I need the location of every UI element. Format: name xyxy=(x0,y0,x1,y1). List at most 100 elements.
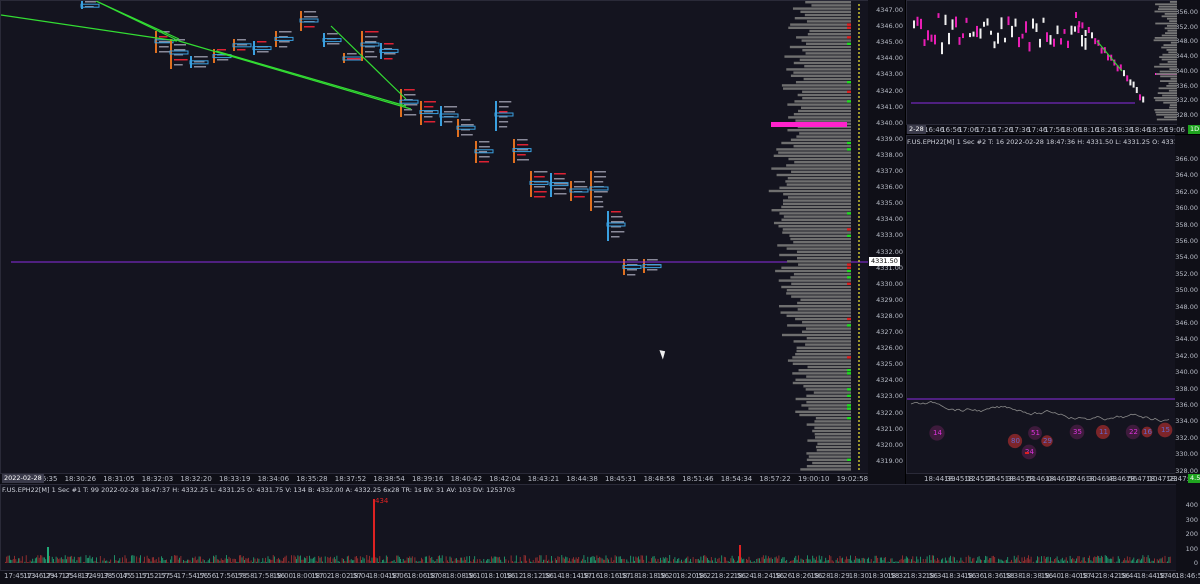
volume-bar xyxy=(856,558,858,563)
bottom-time-axis[interactable]: 17:45:13 17:46:29 17:47:25 17:48:32 17:49:38… xyxy=(0,571,1200,584)
volume-bar xyxy=(1129,557,1131,563)
volume-bar xyxy=(443,561,444,563)
candle xyxy=(976,25,978,38)
volume-bar xyxy=(899,560,901,563)
volume-bar xyxy=(821,556,823,563)
volume-bar xyxy=(1050,557,1051,563)
mid-right-price-axis[interactable]: 4366.004364.004362.004360.004358.004356.… xyxy=(1175,135,1200,474)
poc-bar xyxy=(771,122,847,127)
volume-bar xyxy=(751,561,752,563)
volume-bar xyxy=(695,559,697,563)
dot-column xyxy=(858,400,860,402)
volume-bar xyxy=(809,559,811,563)
bottom-volume-axis[interactable]: 400 300 200 100 0 xyxy=(1176,484,1200,571)
volume-bar xyxy=(1104,555,1106,563)
volume-bar xyxy=(422,559,424,563)
volume-profile-bar xyxy=(1164,27,1177,30)
footprint-cell xyxy=(554,193,567,195)
volume-profile-bar xyxy=(1156,113,1177,116)
volume-bar xyxy=(917,559,919,563)
bottom-volume-pane[interactable]: 434 xyxy=(0,484,1200,571)
mid-right-time-axis[interactable]: 18:44:39 18:45:12 18:45:25 18:45:38 18:45:51… xyxy=(906,474,1200,484)
volume-bar xyxy=(634,560,635,563)
top-right-time-axis[interactable]: 16:46 16:56 17:06 17:16 17:26 17:36 17:46 17:56… xyxy=(906,125,1200,134)
volume-profile-bar xyxy=(807,33,851,36)
volume-bar xyxy=(656,561,658,563)
volume-bar xyxy=(222,559,223,563)
volume-bar xyxy=(580,560,582,563)
footprint-cell xyxy=(499,121,509,123)
volume-bar xyxy=(638,556,639,563)
volume-profile-bar xyxy=(801,39,851,42)
footprint-cell xyxy=(594,181,604,183)
top-right-price-axis[interactable]: 4356.004352.004348.004344.004340.004336.… xyxy=(1177,0,1200,125)
dot-column xyxy=(858,92,860,94)
footprint-cell xyxy=(159,51,171,53)
volume-profile-bar xyxy=(801,106,851,109)
main-price-axis[interactable]: 4347.00 4346.00 4345.00 4344.00 4343.00 4342.… xyxy=(868,0,905,474)
volume-profile-bar xyxy=(801,404,851,407)
volume-bar xyxy=(404,560,405,563)
volume-bar xyxy=(367,559,369,563)
footprint-cell xyxy=(279,31,292,33)
footprint-cell xyxy=(574,181,586,183)
volume-profile-bar xyxy=(814,433,851,436)
volume-profile-bar xyxy=(794,161,851,164)
volume-bar xyxy=(488,559,490,563)
volume-bar xyxy=(956,560,958,563)
volume-bar xyxy=(692,557,694,563)
volume-bar xyxy=(348,555,349,563)
volume-bar xyxy=(249,561,251,563)
volume-bar xyxy=(674,557,676,563)
dot-column xyxy=(858,420,860,422)
volume-bar xyxy=(678,558,680,563)
top-right-chart-canvas[interactable] xyxy=(907,1,1200,125)
volume-bar xyxy=(166,559,167,563)
main-chart-pane[interactable] xyxy=(0,0,905,474)
dot-column xyxy=(858,308,860,310)
poc-box xyxy=(299,18,319,23)
volume-bar xyxy=(847,558,849,563)
volume-profile-bar xyxy=(781,84,851,87)
mid_right_chart.price_axis-tick: 4344.00 xyxy=(1175,335,1198,344)
volume-bar xyxy=(125,558,127,563)
footprint-cell xyxy=(444,111,455,113)
volume-profile-bar xyxy=(795,397,851,401)
volume-bar xyxy=(155,559,157,563)
volume-bar xyxy=(612,561,613,563)
volume-bar xyxy=(1111,558,1113,563)
mid-right-chart-pane[interactable]: 14 80 51 29 35 11 22 16 24 15 xyxy=(906,135,1200,474)
volume-bar xyxy=(67,556,69,563)
mid-right-chart-canvas[interactable]: 1480512935 11 22 162415 xyxy=(907,136,1200,474)
dot-column xyxy=(858,256,860,258)
dot-column xyxy=(858,116,860,118)
volume-profile-bar xyxy=(779,305,851,308)
volume-bar xyxy=(132,555,134,563)
volume-bar xyxy=(950,555,951,563)
volume-bar xyxy=(10,559,11,563)
volume-profile-bar xyxy=(807,365,851,369)
volume-bar xyxy=(688,561,690,563)
volume-profile-bar xyxy=(1155,3,1177,6)
volume-bar xyxy=(359,556,361,563)
volume-bar xyxy=(523,555,525,563)
main-time-axis[interactable]: 18:26:3518:30:2618:31:0518:32:0318:32:20… xyxy=(0,474,905,484)
volume-bar xyxy=(792,560,794,563)
bottom-volume-canvas[interactable]: 434 xyxy=(1,485,1200,571)
volume-profile-bar xyxy=(793,241,851,244)
volume-bar xyxy=(683,560,685,563)
footprint-cell xyxy=(594,176,607,178)
volume-bar xyxy=(866,558,868,563)
volume-bar xyxy=(1021,557,1023,563)
volume-bar xyxy=(25,555,27,563)
volume-bar xyxy=(839,555,841,563)
volume-bar xyxy=(857,558,859,563)
volume-bar xyxy=(825,557,827,563)
volume-bar xyxy=(77,557,79,563)
candle xyxy=(1007,16,1010,26)
trend-line xyxy=(215,50,407,107)
volume-bar xyxy=(216,559,218,563)
main-chart-canvas[interactable] xyxy=(1,1,905,474)
volume-bar xyxy=(60,557,62,563)
top-right-chart-pane[interactable] xyxy=(906,0,1200,125)
